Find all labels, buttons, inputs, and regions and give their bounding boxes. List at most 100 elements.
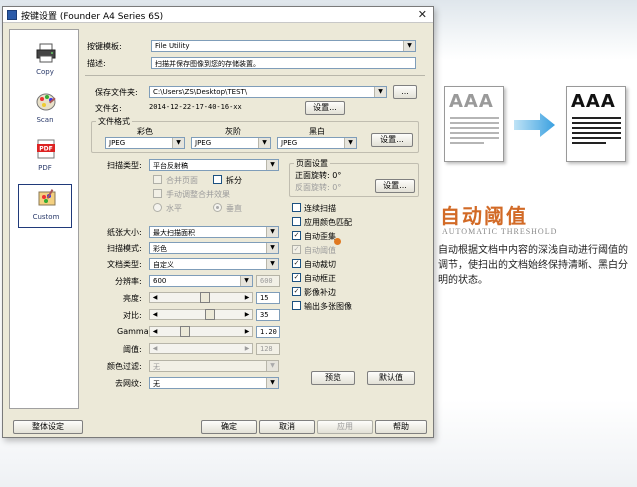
page-settings-button[interactable]: 设置... (375, 179, 415, 193)
sidebar-item-pdf[interactable]: PDF PDF (18, 136, 72, 180)
feature-description: 自动根据文档中内容的深浅自动进行阈值的调节，使扫出的文档始终保持清晰、黑白分明的… (438, 245, 628, 286)
contrast-slider[interactable]: ◀ ▶ (149, 309, 253, 320)
sidebar-item-label: Copy (36, 68, 54, 76)
bw-format-select[interactable]: JPEG ▼ (277, 137, 357, 149)
description-input[interactable]: 扫描并保存图像到您的存储装置。 (151, 57, 416, 69)
save-folder-select[interactable]: C:\Users\ZS\Desktop\TEST\ ▼ (149, 86, 387, 98)
descreen-value: 无 (153, 380, 160, 388)
chevron-down-icon: ▼ (266, 259, 278, 269)
template-select[interactable]: File Utility ▼ (151, 40, 416, 52)
scan-type-select[interactable]: 平台反射稿 ▼ (149, 159, 279, 171)
paint-palette-icon (36, 93, 56, 111)
vertical-radio[interactable] (213, 203, 222, 212)
threshold-input[interactable]: 128 (256, 343, 280, 355)
apply-button[interactable]: 应用 (317, 420, 373, 434)
chevron-down-icon: ▼ (258, 138, 270, 148)
gamma-slider[interactable]: ◀ ▶ (149, 326, 253, 337)
title-bar: 按键设置 (Founder A4 Series 6S) ✕ (3, 7, 433, 23)
brightness-slider[interactable]: ◀ ▶ (149, 292, 253, 303)
before-document-lines (450, 117, 499, 147)
arrow-right-icon[interactable]: ▶ (242, 344, 252, 353)
color-match-label: 应用颜色匹配 (304, 218, 352, 227)
horizontal-radio[interactable] (153, 203, 162, 212)
file-name-settings-button[interactable]: 设置... (305, 101, 345, 115)
gray-format-label: 灰阶 (225, 127, 241, 136)
resolution-label: 分辨率: (115, 277, 142, 286)
resolution-secondary-field[interactable]: 600 (256, 275, 280, 287)
threshold-label: 阈值: (123, 345, 142, 354)
close-icon[interactable]: ✕ (418, 8, 427, 21)
merge-pages-label: 合并页面 (166, 176, 198, 185)
gray-format-select[interactable]: JPEG ▼ (191, 137, 271, 149)
auto-threshold-checkbox[interactable]: ✓ (292, 245, 301, 254)
browse-button[interactable]: ... (393, 85, 417, 99)
button-settings-window: 按键设置 (Founder A4 Series 6S) ✕ Copy Scan (2, 6, 434, 438)
color-format-select[interactable]: JPEG ▼ (105, 137, 185, 149)
page-settings-title: 页面设置 (294, 158, 330, 169)
sidebar-item-label: Scan (36, 116, 54, 124)
feature-title: 自动阈值 (440, 204, 528, 228)
slider-thumb[interactable] (200, 292, 210, 303)
save-folder-label: 保存文件夹: (95, 88, 138, 97)
file-format-settings-button[interactable]: 设置... (371, 133, 413, 147)
arrow-right-icon[interactable]: ▶ (242, 327, 252, 336)
slider-thumb[interactable] (180, 326, 190, 337)
scan-type-value: 平台反射稿 (153, 162, 188, 170)
chevron-down-icon: ▼ (266, 227, 278, 237)
app-icon (7, 10, 17, 20)
continuous-scan-checkbox[interactable] (292, 203, 301, 212)
contrast-input[interactable]: 35 (256, 309, 280, 321)
back-rotation-label: 反面旋转: 0° (295, 183, 342, 192)
arrow-left-icon[interactable]: ◀ (150, 293, 160, 302)
doc-type-value: 自定义 (153, 261, 174, 269)
chevron-down-icon: ▼ (403, 41, 415, 51)
preview-button[interactable]: 预览 (311, 371, 355, 385)
front-rotation-label: 正面旋转: 0° (295, 171, 342, 180)
gray-format-value: JPEG (195, 139, 212, 147)
sidebar-item-custom[interactable]: Custom (18, 184, 72, 228)
auto-straighten-label: 自动框正 (304, 274, 336, 283)
sidebar-item-copy[interactable]: Copy (18, 40, 72, 84)
help-button[interactable]: 帮助 (375, 420, 427, 434)
resolution-select[interactable]: 600 ▼ (149, 275, 253, 287)
descreen-select[interactable]: 无 ▼ (149, 377, 279, 389)
color-match-checkbox[interactable] (292, 217, 301, 226)
arrow-right-icon[interactable]: ▶ (242, 310, 252, 319)
doc-type-select[interactable]: 自定义 ▼ (149, 258, 279, 270)
file-name-value: 2014-12-22-17-40-16-xx (149, 103, 242, 111)
highlight-marker (334, 238, 341, 245)
sidebar-item-scan[interactable]: Scan (18, 88, 72, 132)
cancel-button[interactable]: 取消 (259, 420, 315, 434)
split-checkbox[interactable] (213, 175, 222, 184)
chevron-down-icon: ▼ (266, 361, 278, 371)
edge-fill-checkbox[interactable]: ✓ (292, 287, 301, 296)
threshold-slider[interactable]: ◀ ▶ (149, 343, 253, 354)
brightness-input[interactable]: 15 (256, 292, 280, 304)
ok-button[interactable]: 确定 (201, 420, 257, 434)
manual-merge-checkbox[interactable] (153, 189, 162, 198)
bw-format-value: JPEG (281, 139, 298, 147)
scan-mode-select[interactable]: 彩色 ▼ (149, 242, 279, 254)
color-filter-select[interactable]: 无 ▼ (149, 360, 279, 372)
sidebar-item-label: Custom (32, 213, 60, 221)
auto-crop-checkbox[interactable]: ✓ (292, 259, 301, 268)
auto-straighten-checkbox[interactable]: ✓ (292, 273, 301, 282)
global-settings-button[interactable]: 整体设定 (13, 420, 83, 434)
chevron-down-icon: ▼ (266, 243, 278, 253)
arrow-left-icon[interactable]: ◀ (150, 327, 160, 336)
arrow-left-icon[interactable]: ◀ (150, 344, 160, 353)
arrow-left-icon[interactable]: ◀ (150, 310, 160, 319)
file-format-title: 文件格式 (96, 116, 132, 127)
gamma-input[interactable]: 1.20 (256, 326, 280, 338)
paper-size-select[interactable]: 最大扫描面积 ▼ (149, 226, 279, 238)
split-label: 拆分 (226, 176, 242, 185)
chevron-down-icon: ▼ (172, 138, 184, 148)
auto-deskew-checkbox[interactable]: ✓ (292, 231, 301, 240)
default-button[interactable]: 默认值 (367, 371, 415, 385)
paper-size-label: 纸张大小: (107, 228, 142, 237)
arrow-right-icon[interactable]: ▶ (242, 293, 252, 302)
slider-thumb[interactable] (205, 309, 215, 320)
bw-format-label: 黑白 (309, 127, 325, 136)
multi-output-checkbox[interactable] (292, 301, 301, 310)
merge-pages-checkbox[interactable] (153, 175, 162, 184)
